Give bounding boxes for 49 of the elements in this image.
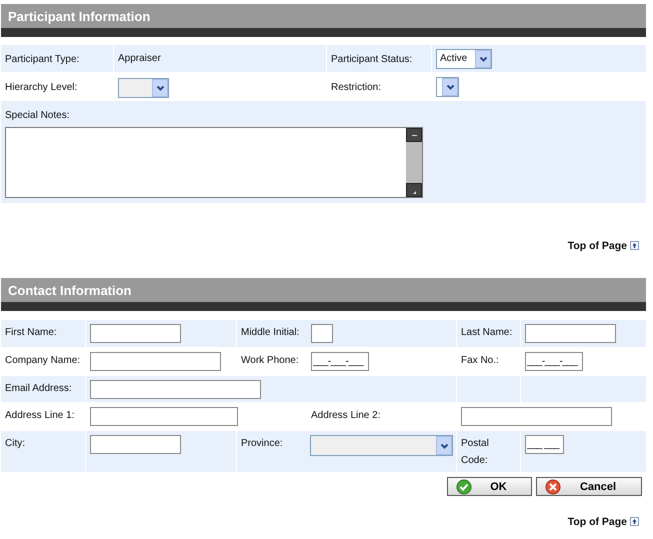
scroll-up-button[interactable] xyxy=(406,128,422,142)
field-label: Address Line 2: xyxy=(311,409,380,423)
check-icon xyxy=(456,478,472,494)
field-label: Last Name: xyxy=(461,326,512,340)
dropdown[interactable] xyxy=(436,77,459,97)
field-label: Address Line 1: xyxy=(5,409,74,423)
top-of-page-link[interactable]: Top of Page xyxy=(568,515,639,528)
input-field[interactable]: ___ ___ xyxy=(525,435,564,454)
dropdown[interactable]: Active xyxy=(436,49,492,69)
input-field[interactable] xyxy=(461,407,612,426)
field-label: Special Notes: xyxy=(5,109,70,123)
cancel-button[interactable]: Cancel xyxy=(536,477,642,496)
section-header: Participant Information xyxy=(1,4,646,37)
field-label: Participant Type: xyxy=(5,53,80,67)
input-field[interactable] xyxy=(90,380,261,399)
input-field[interactable] xyxy=(90,407,238,426)
input-field[interactable] xyxy=(311,324,333,343)
field-label: City: xyxy=(5,437,25,451)
field-label: Restriction: xyxy=(331,81,382,95)
field-value: Appraiser xyxy=(118,52,161,66)
field-label: First Name: xyxy=(5,326,57,340)
input-field[interactable] xyxy=(90,352,221,371)
input-field[interactable] xyxy=(525,324,616,343)
input-field[interactable] xyxy=(90,324,181,343)
top-of-page-link[interactable]: Top of Page xyxy=(568,239,639,252)
x-icon xyxy=(545,478,561,494)
ok-button[interactable]: OK xyxy=(447,477,532,496)
notes-field[interactable] xyxy=(5,127,423,198)
scrollbar[interactable] xyxy=(406,128,422,197)
input-field[interactable]: ___-___-___ xyxy=(525,352,583,371)
field-label: Postal Code: xyxy=(461,437,490,468)
field-label: Work Phone: xyxy=(241,354,300,368)
field-label: Company Name: xyxy=(5,354,80,368)
field-label: Fax No.: xyxy=(461,354,499,368)
resize-button[interactable] xyxy=(406,183,422,197)
chevron-down-icon xyxy=(446,83,454,91)
arrow-up-icon xyxy=(630,241,639,250)
field-label: Middle Initial: xyxy=(241,326,300,340)
input-field[interactable] xyxy=(90,435,181,454)
chevron-down-icon xyxy=(156,84,164,92)
field-label: Participant Status: xyxy=(331,53,412,67)
chevron-down-icon xyxy=(478,55,488,63)
input-field[interactable]: ___-___-___ xyxy=(311,352,369,371)
field-label: Email Address: xyxy=(5,382,72,396)
field-label: Hierarchy Level: xyxy=(5,81,78,95)
chevron-down-icon xyxy=(440,442,448,450)
section-header: Contact Information xyxy=(1,278,646,311)
field-label: Province: xyxy=(241,437,284,451)
arrow-up-icon xyxy=(630,517,639,526)
